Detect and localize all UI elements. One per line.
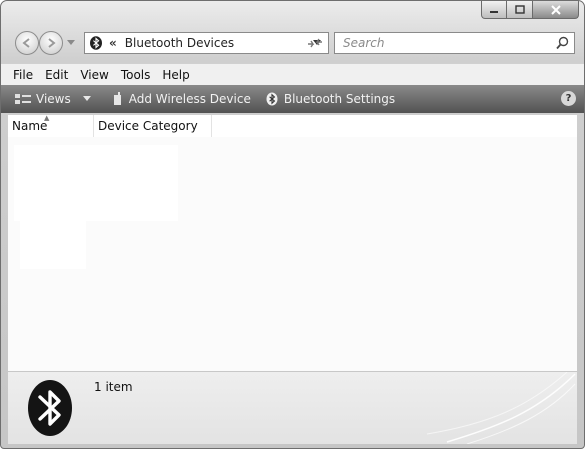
explorer-window: « Bluetooth Devices Search File Edit Vie… bbox=[0, 0, 585, 449]
views-label: Views bbox=[36, 92, 71, 106]
breadcrumb-chevron[interactable]: « bbox=[109, 36, 117, 50]
views-icon bbox=[15, 94, 31, 104]
sort-ascending-icon: ▲ bbox=[44, 114, 50, 122]
details-pane: 1 item bbox=[8, 371, 577, 444]
refresh-button[interactable] bbox=[301, 32, 329, 54]
bluetooth-settings-button[interactable]: Bluetooth Settings bbox=[265, 92, 395, 106]
refresh-icon bbox=[308, 38, 322, 48]
address-location[interactable]: Bluetooth Devices bbox=[125, 36, 234, 50]
address-bar[interactable]: « Bluetooth Devices bbox=[84, 32, 329, 54]
title-bar[interactable] bbox=[1, 1, 584, 27]
close-button[interactable] bbox=[533, 1, 579, 19]
file-list-pane[interactable] bbox=[8, 137, 577, 371]
command-toolbar: Views Add Wireless Device Bluetooth Sett… bbox=[1, 85, 584, 113]
forward-arrow-icon bbox=[48, 38, 56, 48]
list-item-blank-area-lower bbox=[20, 221, 86, 269]
column-device-category-label: Device Category bbox=[98, 119, 198, 133]
forward-button[interactable] bbox=[39, 31, 63, 55]
bluetooth-large-icon bbox=[28, 380, 72, 436]
decorative-swoosh bbox=[427, 372, 576, 444]
column-name-label: Name bbox=[12, 119, 48, 133]
search-placeholder: Search bbox=[343, 36, 385, 50]
search-icon[interactable] bbox=[556, 36, 569, 50]
views-button[interactable]: Views bbox=[15, 92, 98, 106]
list-item-blank-area bbox=[14, 145, 178, 221]
menu-edit[interactable]: Edit bbox=[39, 68, 74, 82]
item-count: 1 item bbox=[94, 380, 133, 394]
maximize-button[interactable] bbox=[507, 1, 533, 19]
column-header-name[interactable]: ▲ Name bbox=[8, 114, 94, 137]
add-device-icon bbox=[113, 92, 121, 105]
menu-bar: File Edit View Tools Help bbox=[1, 63, 584, 86]
menu-tools[interactable]: Tools bbox=[115, 68, 157, 82]
column-header-row: ▲ Name Device Category bbox=[8, 114, 577, 138]
close-icon bbox=[550, 4, 561, 15]
back-arrow-icon bbox=[22, 38, 30, 48]
help-icon: ? bbox=[565, 93, 572, 104]
menu-view[interactable]: View bbox=[74, 68, 114, 82]
menu-help[interactable]: Help bbox=[156, 68, 195, 82]
views-dropdown-icon bbox=[82, 96, 91, 101]
bluetooth-icon bbox=[90, 36, 102, 50]
column-header-device-category[interactable]: Device Category bbox=[94, 115, 212, 137]
back-button[interactable] bbox=[15, 31, 39, 55]
add-wireless-device-button[interactable]: Add Wireless Device bbox=[112, 92, 251, 106]
minimize-icon bbox=[490, 10, 498, 13]
search-box[interactable]: Search bbox=[334, 32, 575, 54]
bluetooth-settings-label: Bluetooth Settings bbox=[283, 92, 396, 106]
recent-pages-dropdown-icon[interactable] bbox=[67, 40, 75, 46]
bluetooth-settings-icon bbox=[266, 92, 278, 106]
minimize-button[interactable] bbox=[481, 1, 507, 19]
menu-file[interactable]: File bbox=[7, 68, 39, 82]
maximize-icon bbox=[514, 5, 525, 14]
help-button[interactable]: ? bbox=[561, 91, 576, 106]
window-controls bbox=[481, 1, 579, 19]
add-wireless-device-label: Add Wireless Device bbox=[128, 92, 251, 106]
